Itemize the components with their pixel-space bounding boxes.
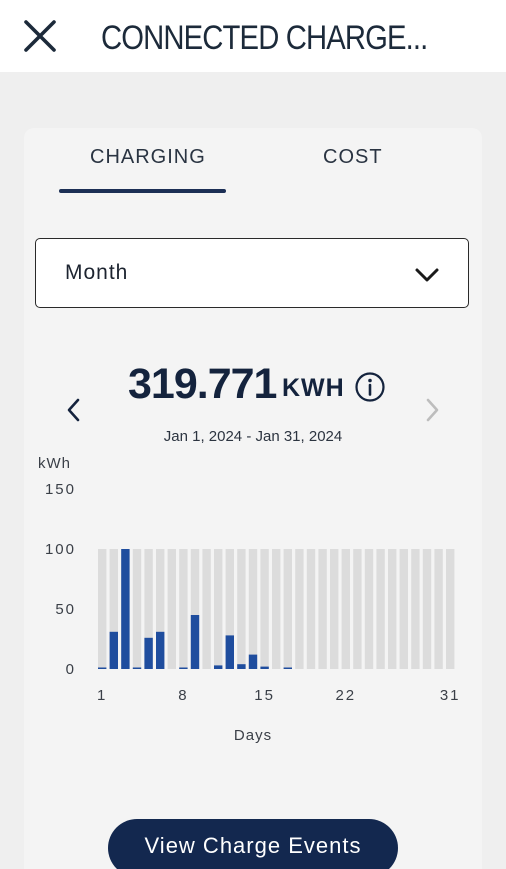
bar-background: [330, 549, 339, 669]
info-icon[interactable]: [354, 371, 386, 407]
page-title: CONNECTED CHARGE...: [101, 19, 428, 57]
bar-background: [434, 549, 443, 669]
bar-background: [132, 549, 142, 669]
y-tick-label: 100: [45, 541, 76, 558]
active-tab-indicator: [59, 189, 226, 193]
period-dropdown[interactable]: Month: [35, 238, 469, 308]
x-tick-label: 31: [440, 687, 461, 704]
bar-day-14: [248, 654, 258, 669]
chevron-down-icon: [414, 267, 440, 287]
bar-day-5: [144, 637, 153, 669]
bar-day-17: [283, 667, 292, 669]
bar-day-11: [214, 665, 223, 669]
bar-day-15: [260, 666, 269, 669]
bar-day-1: [98, 667, 107, 669]
bar-day-3: [121, 549, 130, 669]
date-range-label: Jan 1, 2024 - Jan 31, 2024: [163, 428, 343, 445]
bar-background: [341, 549, 350, 669]
bar-day-4: [132, 667, 142, 669]
chevron-right-icon: [426, 398, 439, 422]
bar-background: [446, 549, 455, 669]
bar-background: [399, 549, 408, 669]
bar-background: [306, 549, 316, 669]
bar-background: [376, 549, 385, 669]
y-axis-label: kWh: [38, 455, 71, 472]
y-tick-label: 0: [66, 661, 76, 678]
x-tick-label: 1: [97, 687, 107, 704]
close-button[interactable]: [20, 16, 60, 56]
bar-day-13: [237, 664, 246, 669]
energy-bar-chart: 150 100 50 0 1 8 15 22 31: [45, 481, 461, 704]
close-icon: [24, 20, 56, 52]
bar-background: [318, 549, 327, 669]
bar-background: [98, 549, 107, 669]
bar-background: [248, 549, 258, 669]
bar-background: [283, 549, 292, 669]
next-period-button[interactable]: [420, 396, 444, 428]
x-tick-label: 15: [254, 687, 275, 704]
bar-background: [260, 549, 269, 669]
bar-background: [272, 549, 281, 669]
total-energy-unit: KWH: [282, 374, 345, 402]
bar-background: [214, 549, 223, 669]
tab-cost[interactable]: COST: [323, 146, 383, 169]
bar-background: [295, 549, 304, 669]
y-tick-label: 150: [45, 481, 76, 498]
previous-period-button[interactable]: [62, 396, 86, 428]
bar-background: [353, 549, 362, 669]
x-axis-label: Days: [233, 727, 273, 744]
bar-background: [179, 549, 188, 669]
bar-background: [422, 549, 432, 669]
tab-charging[interactable]: CHARGING: [90, 146, 206, 169]
period-dropdown-value: Month: [65, 261, 129, 284]
bar-background: [364, 549, 374, 669]
bar-day-6: [156, 631, 165, 669]
bar-day-2: [109, 631, 118, 669]
bar-day-8: [179, 667, 188, 669]
bar-background: [167, 549, 176, 669]
app-screen: CONNECTED CHARGE... CHARGING COST Month …: [0, 0, 506, 869]
x-tick-label: 22: [335, 687, 356, 704]
view-charge-events-button[interactable]: View Charge Events: [108, 819, 398, 869]
x-tick-label: 8: [178, 687, 188, 704]
bar-day-12: [225, 635, 234, 669]
bar-background: [411, 549, 420, 669]
bar-background: [388, 549, 397, 669]
chevron-left-icon: [67, 398, 80, 422]
total-energy-value: 319.771: [128, 360, 277, 408]
bar-day-9: [190, 615, 200, 669]
bar-background: [237, 549, 246, 669]
top-bar: CONNECTED CHARGE...: [0, 0, 506, 72]
y-tick-label: 50: [55, 601, 76, 618]
bar-background: [202, 549, 211, 669]
